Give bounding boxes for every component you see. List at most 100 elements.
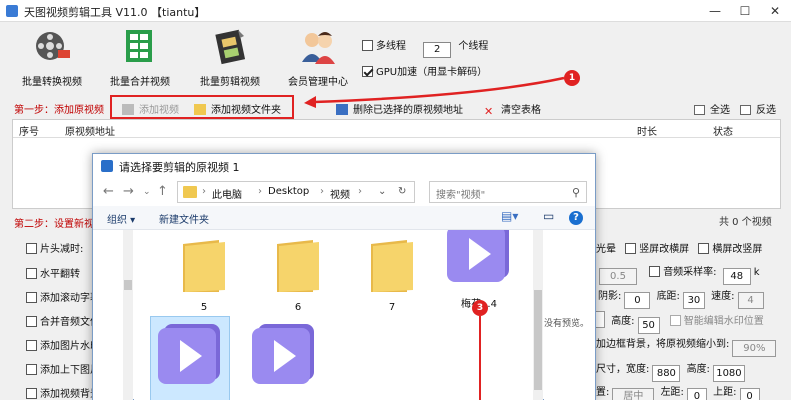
close-button[interactable]: ✕ (760, 3, 790, 19)
width-field[interactable]: 880 (652, 365, 681, 382)
add-video-button[interactable]: 添加视频 (122, 101, 179, 116)
file-item[interactable]: 5 (164, 230, 244, 314)
up-arrow-icon[interactable]: ↑ (157, 184, 168, 199)
new-folder-button[interactable]: 新建文件夹 (159, 211, 209, 226)
invert-select-button[interactable]: 反选 (740, 101, 776, 116)
checkbox[interactable] (26, 316, 37, 327)
right-row-4: 高度: 50 智能编辑水印位置 (586, 311, 764, 334)
no-preview-text: 没有预览。 (544, 319, 590, 329)
scroll-speed-select[interactable]: 4 (737, 292, 764, 309)
file-item[interactable]: 7 (352, 230, 432, 314)
checkbox[interactable] (26, 388, 37, 399)
crumb-desktop[interactable]: Desktop (268, 186, 309, 197)
address-dropdown-icon[interactable]: ⌄ (378, 186, 386, 197)
multithread-checkbox[interactable] (362, 40, 373, 51)
file-item[interactable] (244, 322, 324, 400)
option-label: 合并音频文件 (40, 317, 100, 328)
option-label: 水平翻转 (40, 269, 80, 280)
organize-menu[interactable]: 组织 ▾ (107, 211, 135, 226)
preview-pane-icon[interactable]: ▭ (543, 209, 554, 223)
portrait-to-landscape-label: 竖屏改横屏 (639, 244, 690, 255)
col-index[interactable]: 序号 (19, 123, 39, 138)
main-window: 天图视频剪辑工具 V11.0 【tiantu】 — ☐ ✕ 批量转换视频 批量合… (0, 0, 791, 400)
batch-edit-button[interactable]: 批量剪辑视频 (190, 26, 270, 90)
dialog-title-bar: 请选择要剪辑的原视频 1 (93, 154, 595, 178)
add-video-label: 添加视频 (139, 105, 179, 116)
refresh-icon[interactable]: ↻ (398, 186, 406, 197)
bottom-field[interactable]: 30 (682, 292, 705, 309)
address-bar[interactable]: › 此电脑 › Desktop › 视频 › ⌄ ↻ (177, 181, 415, 203)
file-item-selected[interactable] (150, 322, 230, 400)
checkbox[interactable] (26, 340, 37, 351)
delete-selected-button[interactable]: 删除已选择的原视频地址 (336, 101, 463, 116)
scale-select[interactable]: 90% (732, 340, 777, 357)
height2-field[interactable]: 1080 (712, 365, 745, 382)
right-row-7: 置: 居中 左距: 0 上距: 0 (596, 383, 763, 400)
scroll-subtitle-option[interactable]: 添加滚动字幕 (26, 289, 100, 304)
app-logo-icon (6, 5, 18, 17)
file-list-scroll-thumb[interactable] (534, 290, 542, 390)
maximize-button[interactable]: ☐ (730, 3, 760, 19)
col-duration[interactable]: 时长 (637, 123, 657, 138)
batch-convert-button[interactable]: 批量转换视频 (12, 26, 92, 90)
shadow-field[interactable]: 0 (624, 292, 651, 309)
sample-rate-checkbox[interactable] (649, 266, 661, 277)
sample-rate-field[interactable]: 48 (722, 268, 751, 285)
image-watermark-option[interactable]: 添加图片水印 (26, 337, 100, 352)
smart-position-checkbox[interactable] (669, 315, 681, 326)
add-folder-label: 添加视频文件夹 (211, 105, 281, 116)
checkbox[interactable] (26, 292, 37, 303)
landscape-to-portrait-label: 横屏改竖屏 (712, 244, 763, 255)
file-item[interactable]: 6 (258, 230, 338, 314)
top-bottom-image-option[interactable]: 添加上下图片 (26, 361, 100, 376)
scroll-speed-label: 速度: (711, 291, 735, 302)
select-all-button[interactable]: 全选 (694, 101, 730, 116)
select-all-label: 全选 (710, 105, 730, 116)
dialog-title: 请选择要剪辑的原视频 1 (119, 161, 240, 174)
bottom-label: 底距: (656, 291, 680, 302)
nav-scrollbar[interactable] (123, 230, 133, 400)
crumb-this-pc[interactable]: 此电脑 (212, 186, 242, 201)
help-icon[interactable]: ? (569, 211, 583, 225)
portrait-to-landscape-checkbox[interactable] (625, 243, 637, 254)
add-folder-button[interactable]: 添加视频文件夹 (194, 101, 281, 116)
video-background-option[interactable]: 添加视频背景 (26, 385, 100, 400)
landscape-to-portrait-checkbox[interactable] (698, 243, 710, 254)
recent-dropdown-icon[interactable]: ⌄ (143, 187, 151, 197)
merge-audio-option[interactable]: 合并音频文件 (26, 313, 100, 328)
col-status[interactable]: 状态 (713, 123, 733, 138)
checkbox[interactable] (26, 243, 37, 254)
checkbox[interactable] (26, 268, 37, 279)
sample-rate-label: 音频采样率: (663, 267, 717, 278)
left-margin-field[interactable]: 0 (686, 388, 707, 400)
intro-trim-option[interactable]: 片头减时: (26, 240, 83, 255)
batch-merge-button[interactable]: 批量合并视频 (100, 26, 180, 90)
crumb-videos[interactable]: 视频 (330, 186, 350, 201)
view-options-icon[interactable]: ▤▾ (501, 209, 518, 223)
minimize-button[interactable]: — (700, 3, 730, 19)
hflip-option[interactable]: 水平翻转 (26, 265, 80, 280)
tool-label: 批量合并视频 (110, 77, 170, 88)
smart-position-label: 智能编辑水印位置 (683, 316, 764, 327)
height-field[interactable]: 50 (637, 317, 660, 334)
forward-arrow-icon[interactable]: → (123, 184, 134, 199)
col-path[interactable]: 原视频地址 (65, 123, 115, 138)
back-arrow-icon[interactable]: ← (103, 184, 114, 199)
option-label: 添加滚动字幕 (40, 293, 100, 304)
file-list-scrollbar[interactable] (533, 230, 543, 400)
top-margin-label: 上距: (713, 387, 737, 398)
nav-scroll-thumb[interactable] (124, 280, 132, 290)
file-item[interactable]: 梅花...4 (439, 230, 519, 310)
thread-count-field[interactable]: 2 (423, 42, 452, 58)
film-merge-icon (126, 30, 152, 62)
search-box[interactable]: 搜索"视频" ⚲ (429, 181, 587, 203)
top-margin-field[interactable]: 0 (739, 388, 760, 400)
annotation-badge-3: 3 (472, 300, 488, 316)
checkbox[interactable] (26, 364, 37, 375)
clear-table-button[interactable]: ✕ 清空表格 (484, 101, 541, 117)
folder-icon (371, 240, 413, 292)
multithread-label: 多线程 (376, 41, 406, 52)
position-select[interactable]: 居中 (612, 388, 655, 400)
crumb-sep-icon: › (258, 186, 262, 197)
speed-select[interactable]: 0.5 (599, 268, 637, 285)
